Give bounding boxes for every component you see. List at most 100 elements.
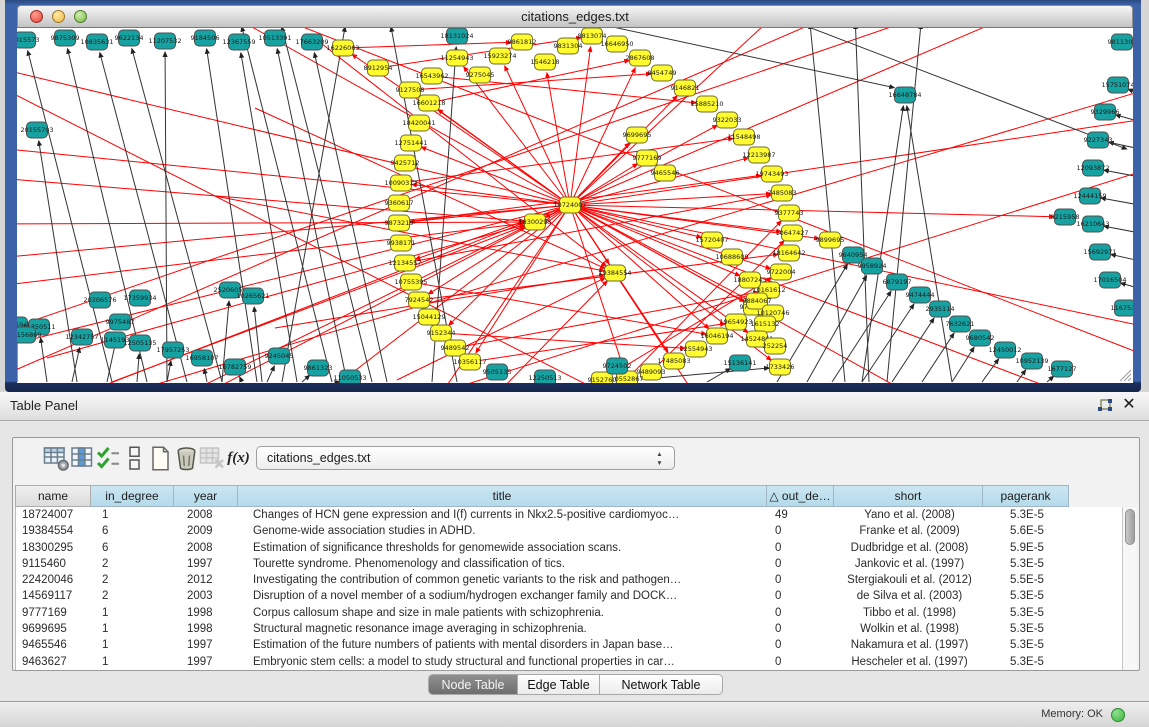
graph-edge[interactable]	[810, 28, 845, 382]
graph-node[interactable]: 18131024	[440, 28, 473, 44]
graph-node[interactable]: 10755395	[394, 274, 427, 290]
graph-node[interactable]: 2015573	[17, 32, 39, 48]
graph-node[interactable]: 9152344	[427, 325, 456, 341]
graph-node[interactable]: 16226063	[326, 40, 359, 56]
graph-node[interactable]: 8215958	[1051, 209, 1080, 225]
graph-node[interactable]: 9360617	[385, 195, 414, 211]
graph-edge[interactable]	[255, 108, 605, 268]
graph-node[interactable]: 16046194	[700, 328, 733, 344]
column-header-pagerank[interactable]: pagerank	[983, 485, 1069, 507]
graph-node[interactable]: 9831304	[554, 38, 583, 54]
graph-node[interactable]: 15692971	[1083, 244, 1116, 260]
graph-edge[interactable]	[1047, 376, 1054, 382]
graph-node[interactable]: 6879197	[883, 274, 912, 290]
graph-edge[interactable]	[862, 106, 903, 382]
graph-node[interactable]: 10090317	[384, 175, 417, 191]
graph-node[interactable]: 1733426	[766, 359, 795, 375]
graph-node[interactable]: 9724502	[603, 358, 632, 374]
graph-node[interactable]: 7924542	[405, 292, 434, 308]
graph-node[interactable]: 9322033	[713, 112, 742, 128]
graph-edge[interactable]	[204, 369, 207, 382]
graph-edge[interactable]	[17, 205, 570, 345]
tab-network-table[interactable]: Network Table	[600, 674, 723, 695]
graph-node[interactable]: 17016504	[1093, 272, 1126, 288]
graph-edge[interactable]	[907, 106, 952, 382]
graph-node[interactable]: 9811304	[1108, 34, 1133, 50]
graph-node[interactable]: 9146821	[671, 80, 700, 96]
graph-node[interactable]: 9680542	[966, 330, 995, 346]
graph-edge[interactable]	[302, 375, 310, 382]
graph-node[interactable]: 12450012	[988, 342, 1021, 358]
graph-edge[interactable]	[807, 276, 867, 382]
graph-node[interactable]: 9875309	[51, 30, 80, 46]
graph-node[interactable]: 9425712	[391, 155, 420, 171]
graph-node[interactable]: 10835631	[80, 34, 113, 50]
graph-edge[interactable]	[411, 282, 706, 334]
function-builder-icon[interactable]: f(x)	[225, 445, 252, 472]
table-row[interactable]: 946554611997Estimation of the future num…	[16, 637, 1122, 653]
graph-node[interactable]: 12444159	[1073, 188, 1106, 204]
graph-node[interactable]: 11548498	[727, 129, 760, 145]
graph-edge[interactable]	[267, 366, 274, 382]
graph-node[interactable]: 9474444	[906, 287, 935, 303]
vertical-scrollbar[interactable]	[1122, 507, 1137, 670]
graph-node[interactable]: 16648784	[888, 87, 921, 103]
graph-node[interactable]: 8454749	[648, 65, 677, 81]
graph-edge[interactable]	[17, 178, 524, 221]
graph-node[interactable]: 252254	[763, 338, 788, 354]
graph-node[interactable]: 9245045	[265, 348, 294, 364]
trash-icon[interactable]	[173, 445, 200, 472]
column-header-name[interactable]: name	[15, 485, 91, 507]
graph-node[interactable]: 12134557	[388, 255, 421, 271]
graph-edge[interactable]	[207, 49, 257, 382]
graph-node[interactable]: 9861323	[304, 360, 333, 376]
table-row[interactable]: 1456911722003Disruption of a novel membe…	[16, 588, 1122, 604]
graph-node[interactable]: 9899695	[816, 232, 845, 248]
graph-node[interactable]: 7485083	[768, 185, 797, 201]
graph-node[interactable]: 15923274	[483, 48, 516, 64]
graph-node[interactable]: 1677127	[1048, 361, 1077, 377]
network-canvas[interactable]: 1622606389129549127508165439621125494392…	[17, 28, 1133, 383]
graph-node[interactable]: 9873219	[385, 215, 414, 231]
graph-node[interactable]: 16210643	[1076, 216, 1109, 232]
column-header-year[interactable]: year	[174, 485, 238, 507]
graph-node[interactable]: 1167533	[1111, 300, 1133, 316]
graph-edge[interactable]	[282, 28, 372, 382]
graph-node[interactable]: 9505135	[483, 364, 512, 380]
graph-node[interactable]: 2867608	[626, 50, 655, 66]
graph-edge[interactable]	[137, 354, 139, 382]
graph-edge[interactable]	[772, 28, 1127, 149]
graph-edge[interactable]	[343, 42, 511, 48]
graph-node[interactable]: 12250513	[528, 370, 561, 383]
graph-node[interactable]: 20206576	[83, 292, 116, 308]
table-row[interactable]: 1830029562008Estimation of significance …	[16, 540, 1122, 556]
graph-node[interactable]: 9377743	[775, 205, 804, 221]
float-panel-icon[interactable]	[1097, 398, 1113, 414]
graph-node[interactable]: 20155703	[20, 122, 53, 138]
table-row[interactable]: 2242004622012Investigating the contribut…	[16, 572, 1122, 588]
table-row[interactable]: 911546021997Tourette syndrome. Phenomeno…	[16, 556, 1122, 572]
graph-node[interactable]: 7632621	[946, 316, 975, 332]
graph-edge[interactable]	[240, 377, 242, 382]
row-stack-icon[interactable]	[121, 445, 148, 472]
column-header-in_degree[interactable]: in_degree	[91, 485, 174, 507]
memory-status-icon[interactable]	[1111, 708, 1125, 722]
table-row[interactable]: 969969511998Structural magnetic resonanc…	[16, 621, 1122, 637]
graph-node[interactable]: 10952139	[1015, 353, 1048, 369]
graph-node[interactable]: 19743493	[755, 166, 788, 182]
graph-node[interactable]: 8912954	[364, 60, 393, 76]
graph-node[interactable]: 12751441	[394, 135, 427, 151]
tab-edge-table[interactable]: Edge Table	[518, 674, 600, 695]
table-row[interactable]: 946362711997Embryonic stem cells: a mode…	[16, 654, 1122, 670]
graph-node[interactable]: 9329966	[1091, 104, 1120, 120]
table-row[interactable]: 1872400712008Changes of HCN gene express…	[16, 507, 1122, 523]
close-panel-icon[interactable]: ✕	[1121, 396, 1137, 414]
graph-edge[interactable]	[165, 52, 167, 382]
graph-node[interactable]: 10647427	[775, 225, 808, 241]
graph-edge[interactable]	[167, 361, 171, 382]
graph-node[interactable]: 12093872	[1076, 160, 1109, 176]
graph-node[interactable]: 15136141	[723, 355, 756, 371]
select-checks-icon[interactable]	[95, 445, 122, 472]
column-header-short[interactable]: short	[834, 485, 983, 507]
graph-node[interactable]: 1546218	[531, 54, 560, 70]
